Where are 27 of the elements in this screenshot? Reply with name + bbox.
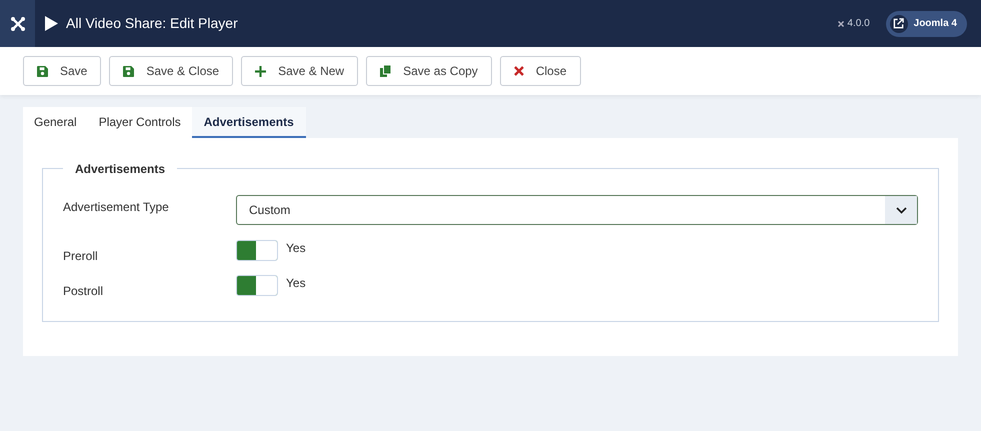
tab[interactable]: General: [23, 107, 88, 138]
external-link-icon: [893, 18, 904, 29]
toolbar-button[interactable]: Close: [500, 56, 580, 86]
toolbar-button[interactable]: Save & New: [241, 56, 358, 86]
joomla-logo-icon[interactable]: [10, 16, 26, 32]
tab[interactable]: Advertisements: [192, 107, 306, 138]
plus-icon: [255, 66, 266, 76]
toolbar-button[interactable]: Save & Close: [109, 56, 234, 86]
close-icon: [514, 66, 524, 76]
version-text: 4.0.0: [847, 17, 870, 31]
chevron-down-icon: [896, 206, 906, 214]
copy-icon: [380, 65, 392, 77]
toggle-state-label: Yes: [286, 240, 306, 256]
toggle-switch[interactable]: [236, 240, 278, 261]
field-label: Postroll: [63, 282, 104, 300]
tab[interactable]: Player Controls: [88, 107, 192, 138]
toolbar-button[interactable]: Save: [23, 56, 102, 86]
toolbar-button[interactable]: Save as Copy: [366, 56, 492, 86]
field-label: Advertisement Type: [63, 199, 170, 216]
play-icon: [45, 16, 58, 31]
toggle-switch[interactable]: [236, 275, 278, 296]
page-title: All Video Share: Edit Player: [66, 14, 238, 33]
field-label: Preroll: [63, 248, 99, 264]
toggle-state-label: Yes: [286, 274, 306, 292]
joomla-small-icon: [837, 20, 846, 28]
site-link-button[interactable]: Joomla 4: [886, 10, 967, 36]
type-select[interactable]: Custom: [236, 195, 918, 225]
